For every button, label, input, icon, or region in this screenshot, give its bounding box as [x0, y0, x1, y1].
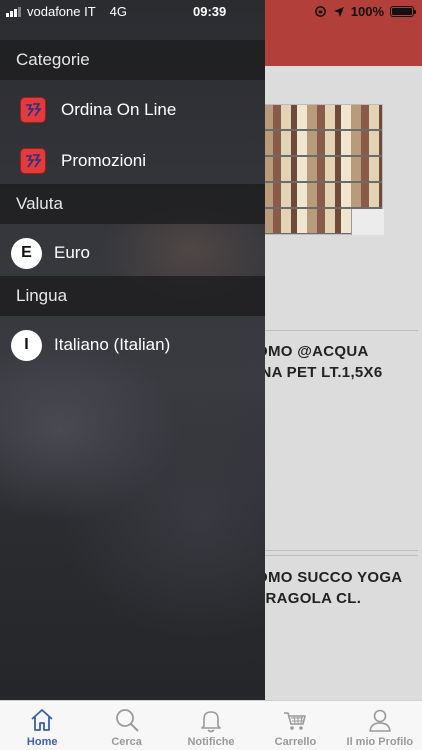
user-icon [369, 709, 391, 732]
bell-icon [201, 711, 221, 733]
tab-profile[interactable]: Il mio Profilo [338, 701, 422, 750]
language-badge: I [11, 329, 42, 361]
product-title[interactable]: OMO SUCCO YOGA FRAGOLA CL. [256, 567, 422, 609]
drawer-item-italiano[interactable]: I Italiano (Italian) [0, 320, 265, 370]
tab-label: Home [26, 736, 58, 748]
clock: 09:39 [193, 4, 227, 19]
product-image[interactable] [262, 104, 384, 235]
section-header-currency: Valuta [0, 184, 265, 224]
tab-bar: Home Cerca Notifiche Carrello Il mio Pro… [0, 700, 422, 750]
drawer-item-euro[interactable]: E Euro [0, 228, 265, 278]
battery-icon [390, 6, 416, 17]
tab-search[interactable]: Cerca [84, 701, 168, 750]
search-icon [115, 709, 139, 732]
tab-notifications[interactable]: Notifiche [169, 701, 253, 750]
product-divider [262, 555, 418, 556]
cart-icon [284, 712, 307, 730]
signal-icon [6, 6, 21, 17]
home-icon [31, 709, 53, 731]
rotation-lock-icon [314, 6, 326, 17]
section-header-language: Lingua [0, 276, 265, 316]
carrier-name: vodafone IT [27, 4, 96, 19]
app-logo-icon [20, 148, 46, 174]
app-logo-icon [20, 97, 46, 123]
product-title[interactable]: OMO @ACQUA INA PET LT.1,5X6 [256, 341, 422, 383]
product-divider [262, 550, 418, 551]
tab-label: Cerca [111, 736, 142, 748]
tab-label: Notifiche [187, 736, 235, 748]
drawer-item-label: Italiano (Italian) [54, 335, 171, 354]
status-bar: vodafone IT 4G 09:39 100% [0, 0, 422, 22]
product-divider [262, 330, 418, 331]
tab-label: Carrello [274, 736, 317, 748]
network-type: 4G [109, 4, 127, 19]
drawer-item-ordina-online[interactable]: Ordina On Line [0, 85, 265, 135]
drawer-item-promozioni[interactable]: Promozioni [0, 136, 265, 186]
location-arrow-icon [333, 6, 344, 17]
tab-cart[interactable]: Carrello [253, 701, 337, 750]
currency-badge: E [11, 237, 42, 269]
drawer-item-label: Euro [54, 243, 90, 262]
section-header-categories: Categorie [0, 40, 265, 80]
battery-percent: 100% [350, 4, 384, 19]
tab-home[interactable]: Home [0, 701, 84, 750]
tab-label: Il mio Profilo [346, 736, 414, 748]
side-drawer: Categorie Ordina On Line Promozioni Valu… [0, 0, 265, 700]
drawer-item-label: Promozioni [61, 151, 147, 170]
drawer-item-label: Ordina On Line [61, 100, 177, 119]
